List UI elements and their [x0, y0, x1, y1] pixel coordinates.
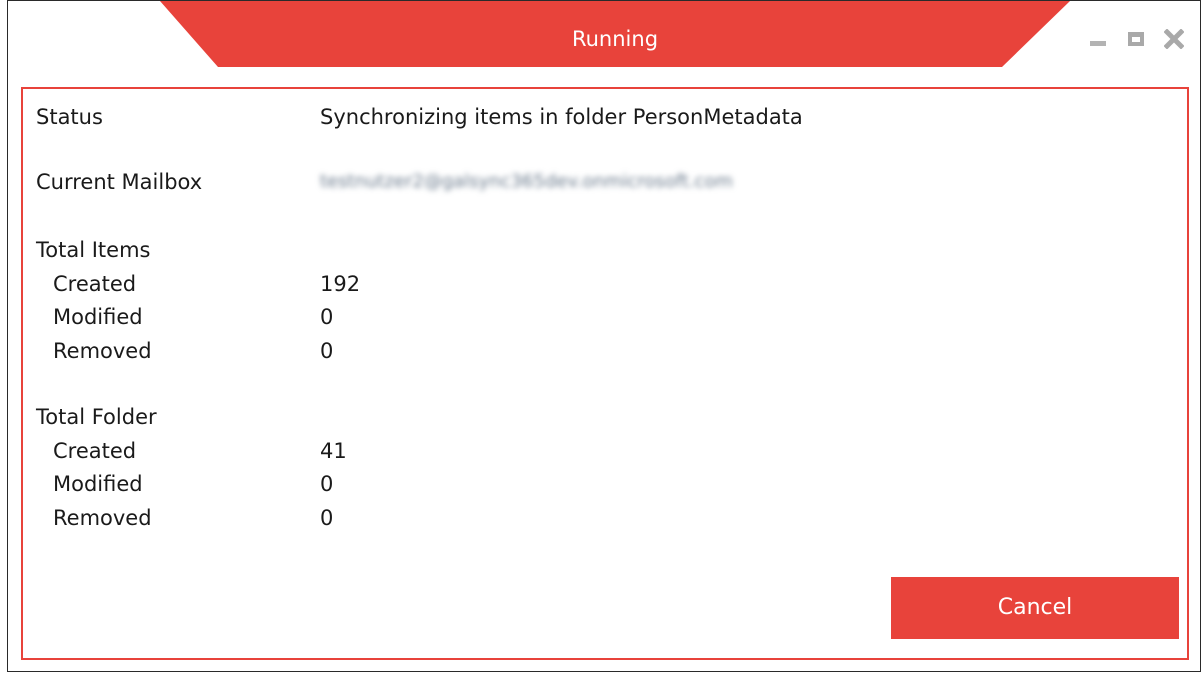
items-removed-label: Removed	[53, 339, 152, 363]
minimize-button[interactable]	[1088, 29, 1108, 49]
folder-removed-value: 0	[320, 506, 334, 530]
total-folder-heading: Total Folder	[36, 405, 157, 429]
maximize-button[interactable]	[1126, 29, 1146, 49]
folder-modified-label: Modified	[53, 472, 143, 496]
close-button[interactable]	[1164, 29, 1184, 49]
cancel-button[interactable]: Cancel	[891, 577, 1179, 639]
folder-created-label: Created	[53, 439, 137, 463]
running-dialog: Running Status Synchronizing items in fo…	[7, 0, 1201, 672]
current-mailbox-label: Current Mailbox	[36, 170, 203, 194]
items-removed-value: 0	[320, 339, 334, 363]
close-icon	[1164, 29, 1184, 49]
items-modified-value: 0	[320, 305, 334, 329]
total-items-heading: Total Items	[36, 238, 151, 262]
current-mailbox-value: testnutzer2@galsync365dev.onmicrosoft.co…	[320, 171, 733, 192]
items-created-label: Created	[53, 272, 137, 296]
status-value: Synchronizing items in folder PersonMeta…	[320, 105, 803, 129]
folder-removed-label: Removed	[53, 506, 152, 530]
status-label: Status	[36, 105, 103, 129]
folder-created-value: 41	[320, 439, 347, 463]
maximize-icon	[1128, 32, 1144, 46]
title-tab: Running	[160, 1, 1070, 67]
items-modified-label: Modified	[53, 305, 143, 329]
window-title: Running	[571, 27, 659, 51]
items-created-value: 192	[320, 272, 361, 296]
window-controls	[1088, 29, 1184, 49]
sync-status-panel: Status Synchronizing items in folder Per…	[21, 87, 1189, 660]
minimize-icon	[1090, 41, 1106, 46]
folder-modified-value: 0	[320, 472, 334, 496]
